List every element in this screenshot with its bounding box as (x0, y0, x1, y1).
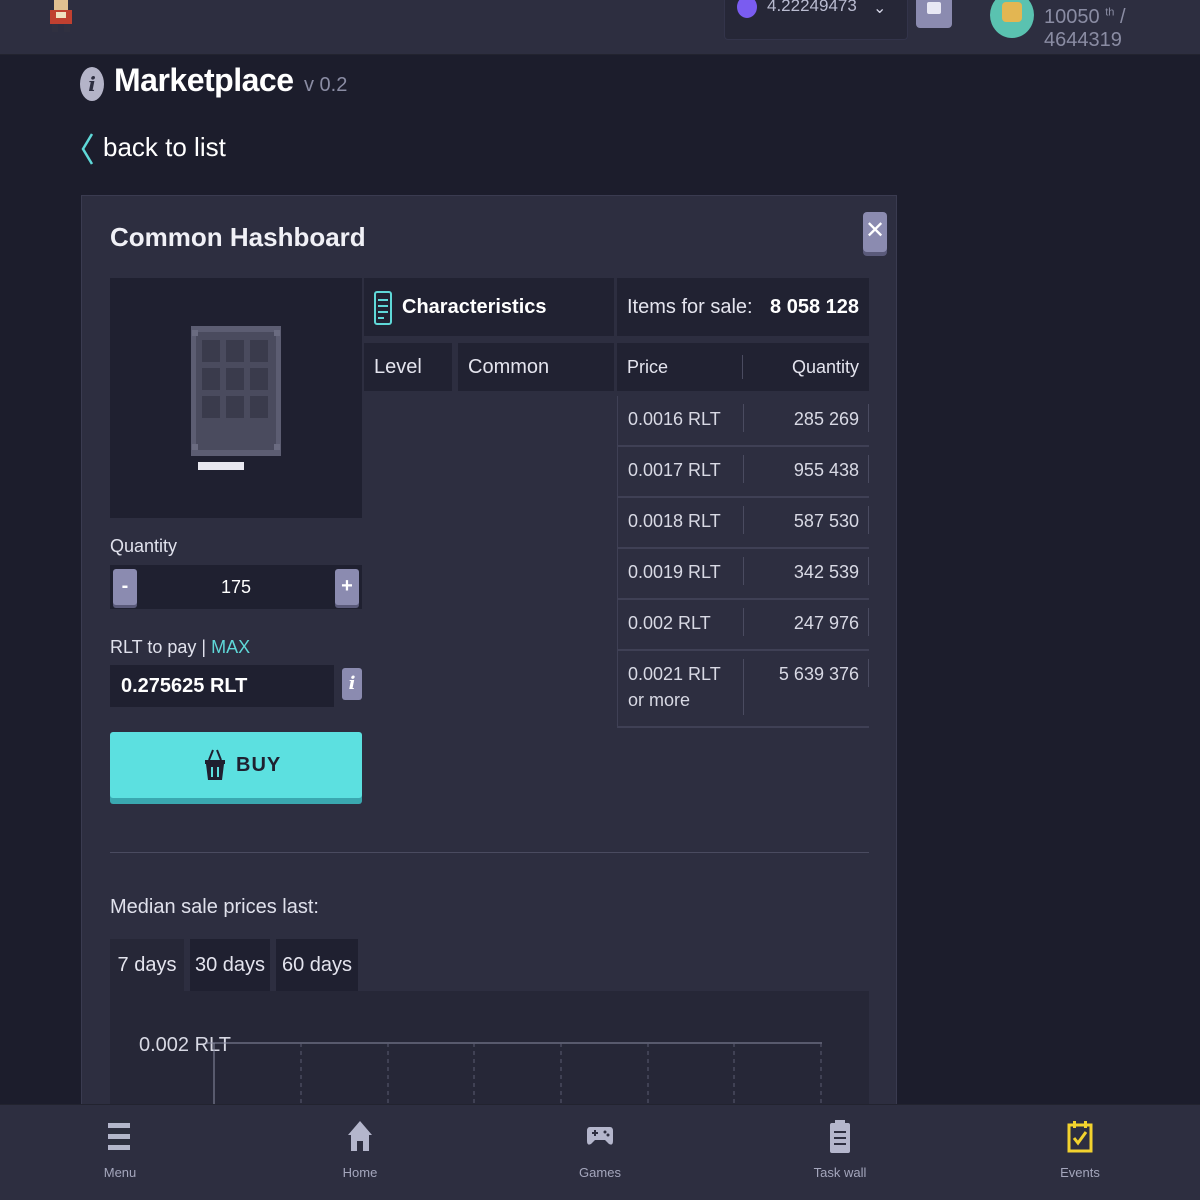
row-quantity: 587 530 (793, 511, 859, 531)
rlt-to-pay-text: RLT to pay | (110, 637, 207, 657)
profile-avatar[interactable] (990, 0, 1034, 38)
nav-item-menu[interactable]: Menu (60, 1105, 180, 1200)
tab-7-days[interactable]: 7 days (110, 939, 184, 991)
wallet-balance-dropdown[interactable]: 4.22249473 ⌄ (724, 0, 908, 40)
nav-label: Home (342, 1165, 378, 1180)
menu-icon (108, 1123, 130, 1150)
document-icon (374, 291, 392, 325)
nav-item-games[interactable]: Games (540, 1105, 660, 1200)
nav-item-task-wall[interactable]: Task wall (780, 1105, 900, 1200)
row-price: 0.0018 RLT (628, 511, 721, 531)
item-image (110, 278, 362, 518)
row-price: 0.002 RLT (628, 613, 711, 633)
table-row[interactable]: 0.002 RLT 247 976 (617, 600, 869, 651)
row-price: 0.0019 RLT (628, 562, 721, 582)
items-for-sale-label: Items for sale: (627, 296, 753, 318)
nav-label: Task wall (813, 1165, 867, 1180)
tab-30-days[interactable]: 30 days (190, 939, 270, 991)
rank-position: 10050 (1044, 6, 1100, 28)
column-separator (742, 355, 743, 379)
buy-button[interactable]: BUY (110, 732, 362, 798)
table-row[interactable]: 0.0017 RLT 955 438 (617, 447, 869, 498)
max-link[interactable]: MAX (211, 637, 250, 657)
column-separator (743, 557, 744, 585)
pay-info-icon[interactable]: i (342, 668, 362, 700)
table-row[interactable]: 0.0021 RLT or more 5 639 376 (617, 651, 869, 728)
row-quantity: 247 976 (793, 613, 859, 633)
quantity-column-header: Quantity (791, 357, 859, 377)
quantity-stepper: - 175 + (110, 565, 362, 609)
characteristic-level-value: Common (458, 343, 614, 391)
table-row[interactable]: 0.0019 RLT 342 539 (617, 549, 869, 600)
price-column-header: Price (627, 357, 669, 377)
rlt-to-pay-input[interactable]: 0.275625 RLT (110, 665, 334, 707)
chevron-down-icon: ⌄ (873, 0, 887, 17)
column-separator (743, 455, 744, 483)
rank-suffix: th (1105, 6, 1115, 19)
characteristic-level-label: Level (364, 343, 452, 391)
rlt-coin-icon (737, 0, 757, 18)
table-row[interactable]: 0.0016 RLT 285 269 (617, 396, 869, 447)
sale-table: 0.0016 RLT 285 269 0.0017 RLT 955 438 0.… (617, 396, 869, 728)
table-row[interactable]: 0.0018 RLT 587 530 (617, 498, 869, 549)
column-separator (743, 404, 744, 432)
nav-label: Menu (103, 1165, 137, 1180)
top-bar: 4.22249473 ⌄ 10050 th / 4644319 (0, 0, 1200, 55)
row-quantity: 5 639 376 (778, 664, 859, 684)
nav-label: Events (1060, 1165, 1100, 1180)
nav-item-home[interactable]: Home (300, 1105, 420, 1200)
characteristics-header: Characteristics (364, 278, 614, 336)
bottom-navigation: Menu Home Games Task wall Events (0, 1104, 1200, 1200)
home-icon (348, 1121, 372, 1151)
row-quantity: 955 438 (793, 460, 859, 480)
wallet-button[interactable] (916, 0, 952, 28)
increase-quantity-button[interactable]: + (335, 569, 359, 605)
close-button[interactable]: ✕ (863, 212, 887, 252)
back-to-list-link[interactable]: back to list (103, 132, 226, 163)
nav-item-events[interactable]: Events (1020, 1105, 1140, 1200)
calendar-check-icon (1067, 1121, 1093, 1153)
items-for-sale-count: 8 058 128 (770, 296, 859, 318)
item-title: Common Hashboard (110, 222, 366, 252)
column-separator (743, 506, 744, 534)
row-price: 0.0016 RLT (628, 409, 721, 429)
y-tick-label: 0.002 RLT (139, 1034, 231, 1056)
basket-icon (205, 749, 225, 780)
tab-60-days[interactable]: 60 days (276, 939, 358, 991)
gamepad-icon (587, 1127, 613, 1145)
sale-table-header: Price Quantity (617, 343, 869, 391)
row-quantity: 285 269 (793, 409, 859, 429)
characteristics-title: Characteristics (402, 296, 547, 318)
hashboard-icon (191, 326, 281, 470)
rlt-to-pay-label: RLT to pay | MAX (110, 637, 250, 658)
items-for-sale-header: Items for sale: 8 058 128 (617, 278, 869, 336)
clipboard-icon (830, 1120, 850, 1153)
chevron-left-icon[interactable] (80, 132, 94, 166)
column-separator (743, 659, 744, 715)
quantity-label: Quantity (110, 536, 178, 556)
row-price: 0.0017 RLT (628, 460, 721, 480)
user-avatar-icon[interactable] (46, 0, 76, 32)
item-detail-panel: Common Hashboard ✕ Quantity - 175 + RLT … (81, 195, 897, 1126)
quantity-input[interactable]: 175 (140, 577, 332, 598)
median-prices-label: Median sale prices last: (110, 896, 319, 918)
section-divider (110, 852, 869, 853)
rank-indicator: 10050 th / 4644319 (1044, 6, 1200, 52)
page-title: Marketplace (114, 62, 294, 98)
row-quantity: 342 539 (793, 562, 859, 582)
info-icon[interactable]: i (80, 67, 104, 101)
close-icon: ✕ (864, 217, 886, 244)
column-separator (743, 608, 744, 636)
row-price: 0.0021 RLT or more (628, 664, 721, 710)
buy-label: BUY (236, 754, 282, 776)
version-label: v 0.2 (304, 74, 348, 96)
decrease-quantity-button[interactable]: - (113, 569, 137, 605)
wallet-icon (927, 2, 941, 14)
nav-label: Games (579, 1165, 621, 1180)
wallet-balance: 4.22249473 (767, 0, 857, 15)
